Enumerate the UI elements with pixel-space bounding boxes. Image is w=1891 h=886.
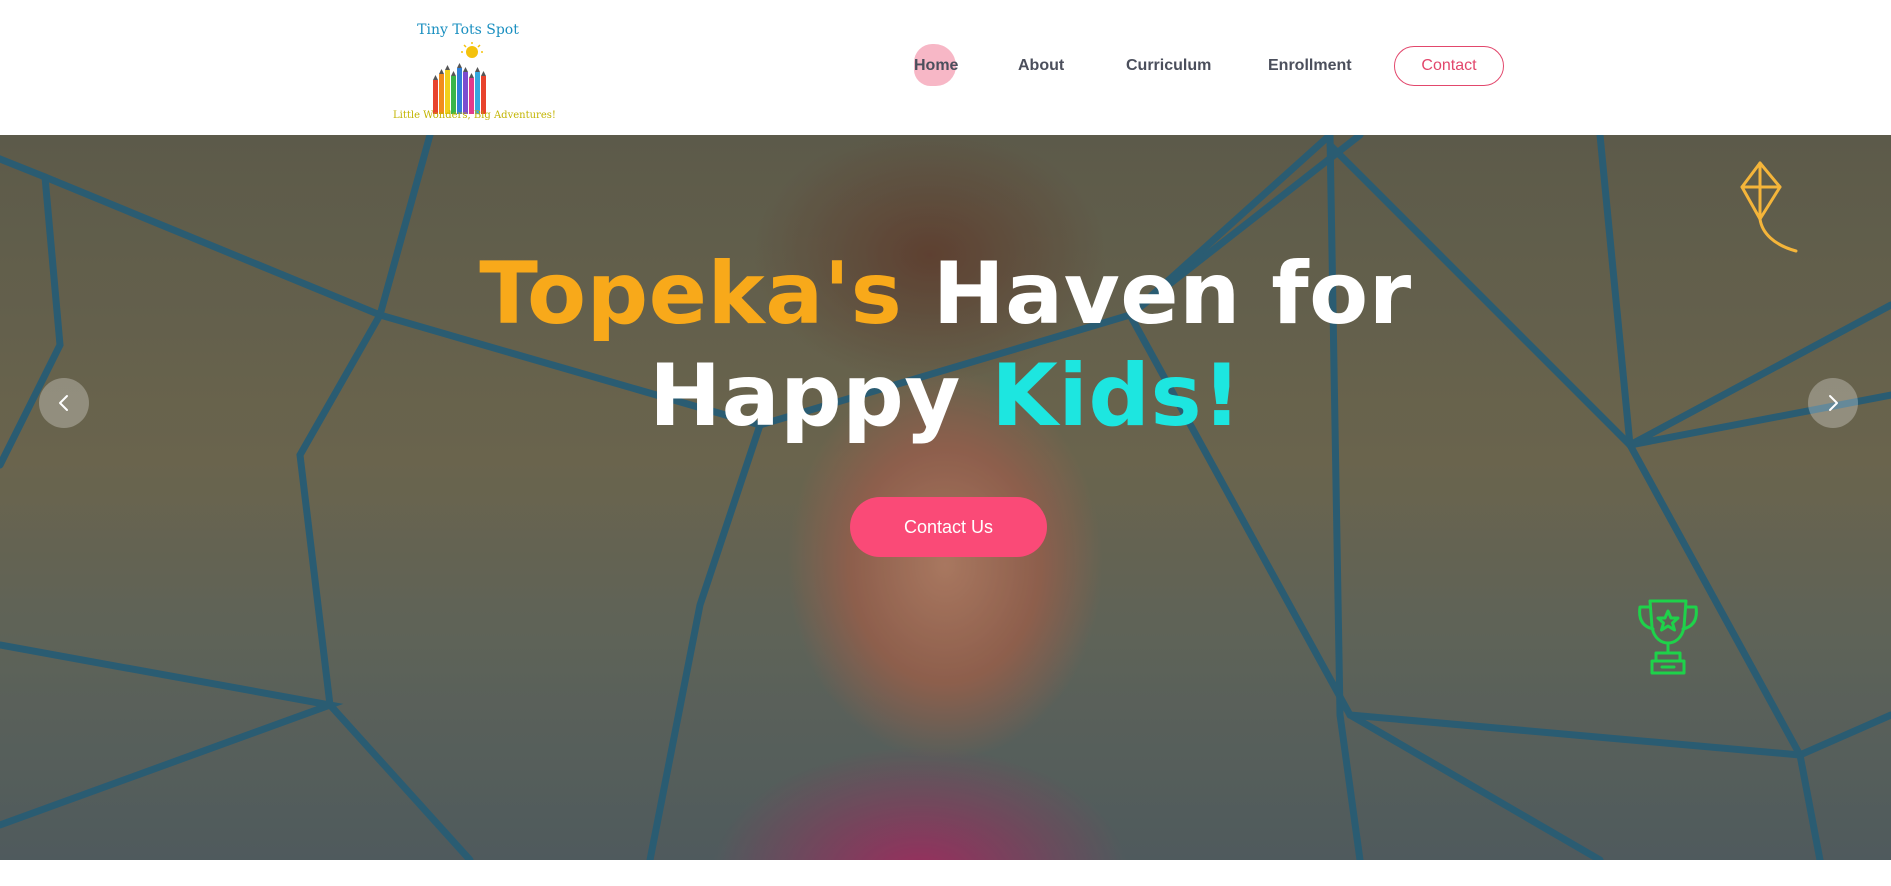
hero-title-haven: Haven for bbox=[902, 244, 1412, 344]
nav-contact-button[interactable]: Contact bbox=[1394, 46, 1504, 86]
carousel-next-button[interactable] bbox=[1808, 378, 1858, 428]
chevron-left-icon bbox=[59, 395, 68, 411]
carousel-prev-button[interactable] bbox=[39, 378, 89, 428]
next-section-edge bbox=[0, 860, 1891, 886]
hero-title-city: Topeka's bbox=[479, 244, 903, 344]
nav-enrollment[interactable]: Enrollment bbox=[1268, 46, 1352, 86]
nav-home[interactable]: Home bbox=[914, 46, 958, 86]
trophy-icon bbox=[1638, 599, 1698, 675]
site-header: Tiny Tots Spot Little Wonders, Big Adven… bbox=[0, 0, 1891, 135]
kite-icon bbox=[1740, 161, 1798, 253]
logo-tagline: Little Wonders, Big Adventures! bbox=[393, 110, 556, 121]
hero-title: Topeka's Haven for Happy Kids! bbox=[0, 243, 1891, 447]
nav-curriculum[interactable]: Curriculum bbox=[1126, 46, 1211, 86]
chevron-right-icon bbox=[1829, 395, 1838, 411]
site-logo[interactable]: Tiny Tots Spot Little Wonders, Big Adven… bbox=[393, 18, 556, 128]
hero-carousel: Topeka's Haven for Happy Kids! Contact U… bbox=[0, 135, 1891, 860]
contact-us-button[interactable]: Contact Us bbox=[850, 497, 1047, 557]
hero-title-happy: Happy bbox=[649, 346, 992, 446]
nav-about[interactable]: About bbox=[1018, 46, 1064, 86]
logo-name: Tiny Tots Spot bbox=[417, 22, 519, 38]
hero-title-kids: Kids! bbox=[991, 346, 1242, 446]
